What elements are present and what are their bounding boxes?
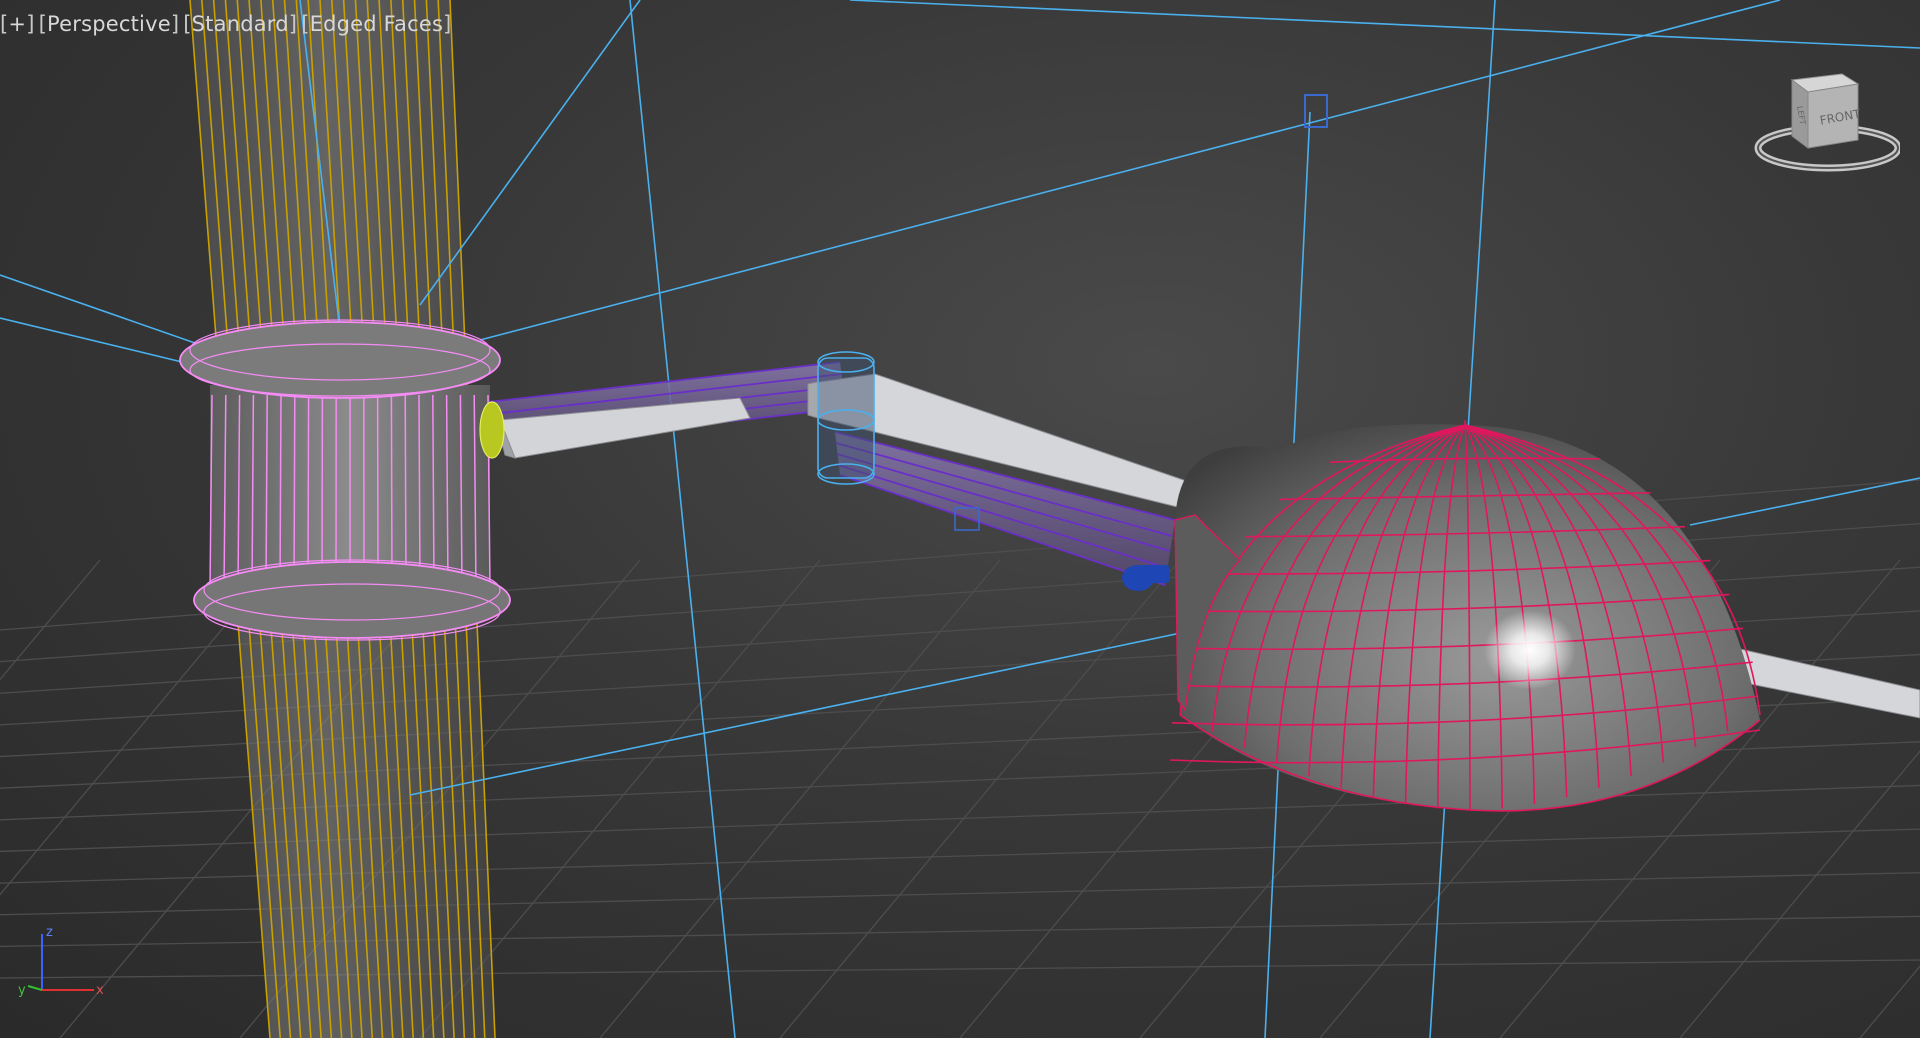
dark-blue-helper bbox=[1122, 565, 1170, 591]
collar-mesh bbox=[179, 319, 511, 641]
y-axis-label: y bbox=[18, 983, 26, 998]
viewcube[interactable]: FRONT LEFT bbox=[1750, 70, 1900, 180]
x-axis-label: x bbox=[96, 983, 104, 998]
dome-shade-mesh bbox=[1169, 420, 1761, 812]
perspective-viewport[interactable]: [+] [Perspective] [Standard] [Edged Face… bbox=[0, 0, 1920, 1038]
arm-hinge-helper bbox=[817, 351, 875, 485]
viewport-point-of-view-label[interactable]: [Perspective] bbox=[39, 12, 184, 36]
top-helper-box bbox=[1304, 94, 1328, 128]
arm-joint-helper bbox=[479, 401, 505, 459]
viewport-menu-label[interactable]: [+] bbox=[0, 12, 39, 36]
axis-tripod: z x y bbox=[18, 925, 104, 998]
y-axis bbox=[27, 985, 43, 991]
scene-canvas[interactable] bbox=[0, 0, 1920, 1038]
viewport-label-bar: [+] [Perspective] [Standard] [Edged Face… bbox=[0, 10, 456, 38]
viewport-display-label[interactable]: [Edged Faces] bbox=[301, 12, 455, 36]
viewport-shading-label[interactable]: [Standard] bbox=[183, 12, 301, 36]
z-axis-label: z bbox=[46, 925, 53, 940]
